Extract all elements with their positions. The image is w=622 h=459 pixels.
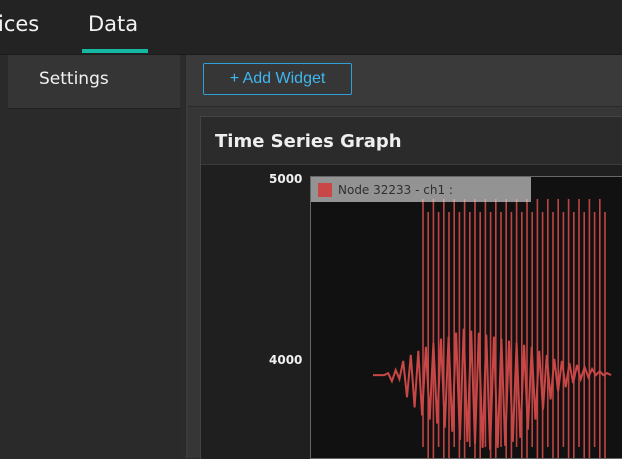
main-content: + Add Widget Time Series Graph 5000 4000… [188,55,622,459]
add-widget-label: + Add Widget [229,70,326,87]
legend-swatch [318,182,332,197]
legend-series-name: Node 32233 - ch1 : [338,182,453,197]
sidebar: Settings [0,55,180,458]
widget-toolbar: + Add Widget [188,55,622,107]
active-tab-indicator [82,49,148,53]
tab-data[interactable]: Data [88,12,138,36]
add-widget-button[interactable]: + Add Widget [203,63,352,95]
chart-area: 5000 4000 Node 32233 - ch1 : [201,165,622,459]
y-tick-label-5000: 5000 [269,172,303,186]
y-tick-label-4000: 4000 [269,353,303,367]
tab-devices[interactable]: ices [0,12,39,36]
series-line-node-32233-ch1 [373,328,612,450]
sidebar-item-settings[interactable]: Settings [8,55,180,109]
top-navigation-bar: ices Data [0,0,622,55]
time-series-widget: Time Series Graph 5000 4000 Node 32233 -… [200,116,622,459]
widget-header: Time Series Graph [201,117,622,165]
widget-title: Time Series Graph [215,131,402,152]
sidebar-item-settings-label: Settings [39,69,109,89]
plot-area[interactable]: Node 32233 - ch1 : [310,176,622,459]
legend: Node 32233 - ch1 : [311,177,531,202]
time-series-svg [373,199,612,458]
